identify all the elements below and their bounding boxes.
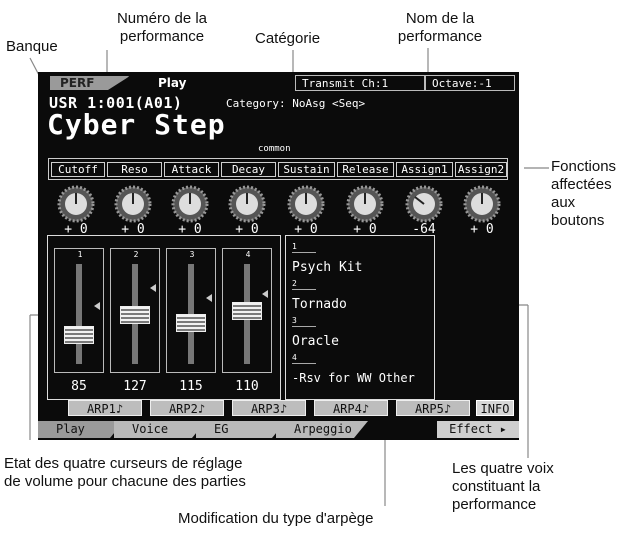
annotation-fonctions-line1: Fonctions bbox=[551, 158, 617, 175]
knob-label-reso[interactable]: Reso bbox=[107, 162, 162, 177]
annotation-banque: Banque bbox=[6, 38, 58, 55]
knob-label-cutoff[interactable]: Cutoff bbox=[51, 162, 105, 177]
knob-label-decay[interactable]: Decay bbox=[221, 162, 276, 177]
octave-indicator: Octave:-1 bbox=[425, 75, 515, 91]
annotation-etat-line2: de volume pour chacune des parties bbox=[4, 473, 246, 490]
voice-name-2[interactable]: Tornado bbox=[292, 297, 347, 312]
tab-effect[interactable]: Effect ▸ bbox=[437, 421, 519, 438]
voice-divider bbox=[292, 252, 316, 253]
voice-divider bbox=[292, 326, 316, 327]
slider-pointer-icons bbox=[94, 284, 268, 310]
knob-icon-reso[interactable] bbox=[113, 184, 153, 224]
voice-name-3[interactable]: Oracle bbox=[292, 334, 339, 349]
voices-panel: 1 Psych Kit 2 Tornado 3 Oracle 4 -Rsv fo… bbox=[285, 235, 435, 400]
arp5-button[interactable]: ARP5♪ bbox=[396, 400, 470, 416]
voice-number-2: 2 bbox=[292, 279, 297, 288]
knob-function-row: Cutoff Reso Attack Decay Sustain Release… bbox=[48, 158, 508, 180]
slider-value-3: 115 bbox=[179, 379, 203, 394]
annotation-numero-line2: performance bbox=[119, 28, 205, 45]
tab-voice[interactable]: Voice bbox=[114, 421, 206, 438]
knob-icon-cutoff[interactable] bbox=[56, 184, 96, 224]
annotation-etat-line1: Etat des quatre curseurs de réglage bbox=[4, 455, 243, 472]
knob-value-assign2: + 0 bbox=[470, 222, 494, 237]
tab-eg[interactable]: EG bbox=[196, 421, 286, 438]
knob-icon-decay[interactable] bbox=[227, 184, 267, 224]
transmit-channel: Transmit Ch:1 bbox=[295, 75, 425, 91]
arp3-button[interactable]: ARP3♪ bbox=[232, 400, 306, 416]
annotation-voix-line3: performance bbox=[452, 496, 537, 513]
tab-play[interactable]: Play bbox=[116, 75, 296, 91]
knob-label-assign1[interactable]: Assign1 bbox=[396, 162, 453, 177]
annotation-nom-line2: performance bbox=[397, 28, 483, 45]
arp4-button[interactable]: ARP4♪ bbox=[314, 400, 388, 416]
voice-name-1[interactable]: Psych Kit bbox=[292, 260, 362, 275]
annotation-fonctions-line2: affectées bbox=[551, 176, 612, 193]
knob-label-assign2[interactable]: Assign2 bbox=[455, 162, 507, 177]
knob-icon-attack[interactable] bbox=[170, 184, 210, 224]
annotation-numero: Numéro de la performance bbox=[100, 10, 224, 46]
annotation-numero-line1: Numéro de la bbox=[116, 10, 208, 27]
annotation-voix-line2: constituant la bbox=[452, 478, 541, 495]
annotation-etat: Etat des quatre curseurs de réglage de v… bbox=[4, 455, 246, 491]
voice-divider bbox=[292, 363, 316, 364]
perf-play-screen: PERF Play Transmit Ch:1 Octave:-1 USR 1:… bbox=[38, 72, 519, 440]
annotation-fonctions: Fonctions affectées aux boutons bbox=[551, 158, 616, 230]
annotation-fonctions-line4: boutons bbox=[551, 212, 605, 229]
knob-icon-sustain[interactable] bbox=[286, 184, 326, 224]
annotation-arpege: Modification du type d'arpège bbox=[178, 510, 374, 527]
voice-number-3: 3 bbox=[292, 316, 297, 325]
common-label: common bbox=[258, 144, 291, 154]
performance-name: Cyber Step bbox=[47, 108, 226, 141]
arp-button-bar: ARP1♪ ARP2♪ ARP3♪ ARP4♪ ARP5♪ INFO bbox=[68, 399, 524, 417]
slider-value-4: 110 bbox=[235, 379, 259, 394]
arp2-button[interactable]: ARP2♪ bbox=[150, 400, 224, 416]
annotation-categorie: Catégorie bbox=[255, 30, 321, 47]
annotation-nom-line1: Nom de la bbox=[405, 10, 475, 27]
knob-icon-release[interactable] bbox=[345, 184, 385, 224]
voice-divider bbox=[292, 289, 316, 290]
category: Category: NoAsg <Seq> bbox=[226, 97, 366, 110]
annotation-voix-line1: Les quatre voix bbox=[452, 460, 554, 477]
arp1-button[interactable]: ARP1♪ bbox=[68, 400, 142, 416]
knob-label-sustain[interactable]: Sustain bbox=[278, 162, 335, 177]
info-button[interactable]: INFO bbox=[476, 400, 514, 416]
knob-icon-assign1[interactable] bbox=[404, 184, 444, 224]
knob-label-release[interactable]: Release bbox=[337, 162, 394, 177]
knob-icon-assign2[interactable] bbox=[462, 184, 502, 224]
voice-number-4: 4 bbox=[292, 353, 297, 362]
tab-play-bottom[interactable]: Play bbox=[38, 421, 124, 438]
voice-name-4[interactable]: -Rsv for WW Other bbox=[292, 371, 415, 385]
slider-value-2: 127 bbox=[123, 379, 147, 394]
knob-label-attack[interactable]: Attack bbox=[164, 162, 219, 177]
tab-perf[interactable]: PERF bbox=[50, 76, 108, 90]
slider-value-1: 85 bbox=[71, 379, 87, 394]
annotation-voix: Les quatre voix constituant la performan… bbox=[452, 460, 554, 514]
tab-arpeggio[interactable]: Arpeggio bbox=[276, 421, 368, 438]
annotation-nom: Nom de la performance bbox=[385, 10, 495, 46]
voice-number-1: 1 bbox=[292, 242, 297, 251]
annotation-fonctions-line3: aux bbox=[551, 194, 576, 211]
volume-sliders-panel: 1 2 3 4 85 127 115 110 bbox=[47, 235, 281, 400]
